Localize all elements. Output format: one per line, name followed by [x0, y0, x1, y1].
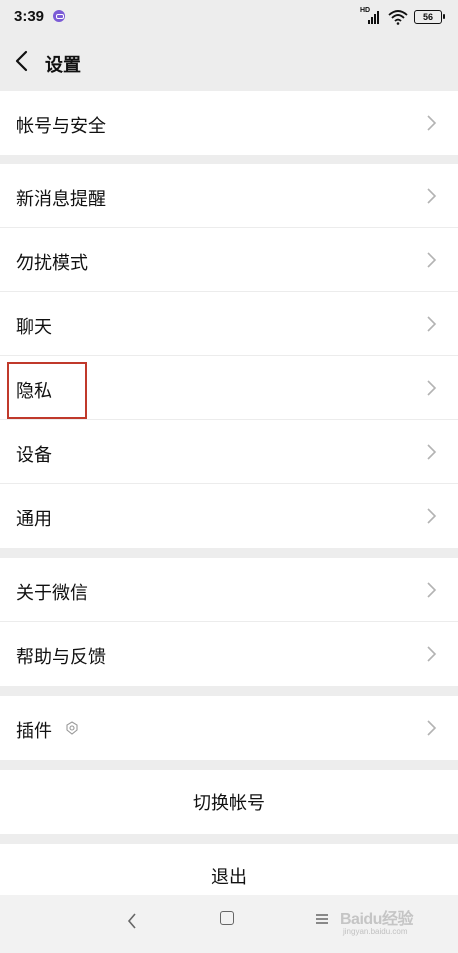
settings-group-about: 关于微信 帮助与反馈	[0, 558, 458, 686]
baidu-watermark-url: jingyan.baidu.com	[343, 927, 408, 936]
settings-item-notifications[interactable]: 新消息提醒	[0, 164, 458, 228]
plugin-badge-icon	[66, 721, 78, 735]
settings-item-label: 聊天	[16, 317, 52, 338]
system-menu-icon[interactable]	[315, 913, 329, 925]
chevron-right-icon	[427, 508, 437, 524]
switch-account-button[interactable]: 切换帐号	[0, 770, 458, 834]
settings-item-account-security[interactable]: 帐号与安全	[0, 91, 458, 155]
battery-level: 56	[422, 12, 433, 22]
battery-icon: 56	[414, 10, 445, 24]
system-back-icon[interactable]	[126, 911, 138, 931]
chevron-right-icon	[427, 252, 437, 268]
settings-item-label: 插件	[16, 721, 52, 742]
settings-group-main: 新消息提醒 勿扰模式 聊天 隐私 设备 通用	[0, 164, 458, 548]
settings-item-devices[interactable]: 设备	[0, 420, 458, 484]
settings-item-do-not-disturb[interactable]: 勿扰模式	[0, 228, 458, 292]
settings-item-privacy[interactable]: 隐私	[0, 356, 458, 420]
settings-item-label: 新消息提醒	[16, 189, 106, 210]
settings-item-help-feedback[interactable]: 帮助与反馈	[0, 622, 458, 686]
wifi-icon	[388, 10, 408, 25]
settings-item-label: 帐号与安全	[16, 116, 106, 137]
status-bar: 3:39 HD 56	[0, 0, 458, 34]
settings-item-label: 关于微信	[16, 583, 88, 604]
app-notification-icon	[53, 10, 65, 22]
settings-item-label: 通用	[16, 509, 52, 530]
settings-item-chat[interactable]: 聊天	[0, 292, 458, 356]
signal-icon: HD	[360, 7, 382, 25]
status-indicators: HD 56	[360, 7, 445, 26]
chevron-right-icon	[427, 115, 437, 131]
chevron-right-icon	[427, 188, 437, 204]
baidu-watermark: Baidu经验	[340, 911, 413, 928]
switch-account-label: 切换帐号	[193, 793, 265, 814]
settings-item-label: 设备	[16, 445, 52, 466]
settings-item-plugins[interactable]: 插件	[0, 696, 458, 760]
chevron-right-icon	[427, 582, 437, 598]
settings-item-label: 勿扰模式	[16, 253, 88, 274]
settings-group-plugins: 插件	[0, 696, 458, 760]
chevron-right-icon	[427, 316, 437, 332]
settings-item-label: 帮助与反馈	[16, 647, 106, 668]
page-title: 设置	[45, 55, 81, 76]
back-arrow-icon[interactable]	[8, 46, 38, 76]
settings-group-account: 帐号与安全	[0, 91, 458, 155]
status-time: 3:39	[14, 8, 45, 25]
logout-label: 退出	[211, 867, 247, 888]
system-home-icon[interactable]	[220, 911, 234, 925]
chevron-right-icon	[427, 444, 437, 460]
chevron-right-icon	[427, 646, 437, 662]
chevron-right-icon	[427, 380, 437, 396]
chevron-right-icon	[427, 720, 437, 736]
navigation-bar: 设置	[0, 34, 458, 90]
settings-item-general[interactable]: 通用	[0, 484, 458, 548]
signal-hd-label: HD	[360, 7, 371, 14]
settings-item-label: 隐私	[16, 381, 52, 402]
settings-item-about-wechat[interactable]: 关于微信	[0, 558, 458, 622]
